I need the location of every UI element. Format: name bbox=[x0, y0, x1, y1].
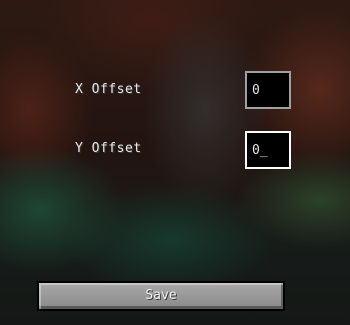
save-button[interactable]: Save bbox=[37, 281, 285, 311]
y-offset-field[interactable]: 0_ bbox=[245, 131, 291, 169]
y-offset-label: Y Offset bbox=[75, 141, 142, 156]
x-offset-label: X Offset bbox=[75, 82, 142, 97]
x-offset-field[interactable]: 0 bbox=[245, 71, 291, 109]
background-dim-overlay bbox=[0, 0, 350, 325]
